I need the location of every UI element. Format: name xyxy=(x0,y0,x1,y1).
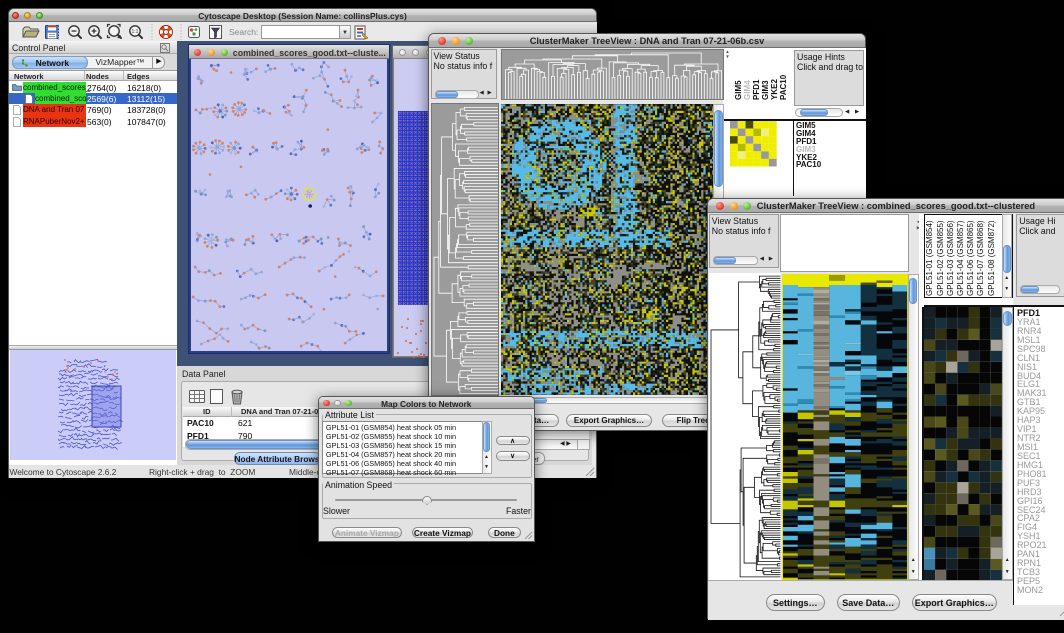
svg-text:1:1: 1:1 xyxy=(132,29,139,35)
svg-text:Search:: Search: xyxy=(229,27,258,37)
